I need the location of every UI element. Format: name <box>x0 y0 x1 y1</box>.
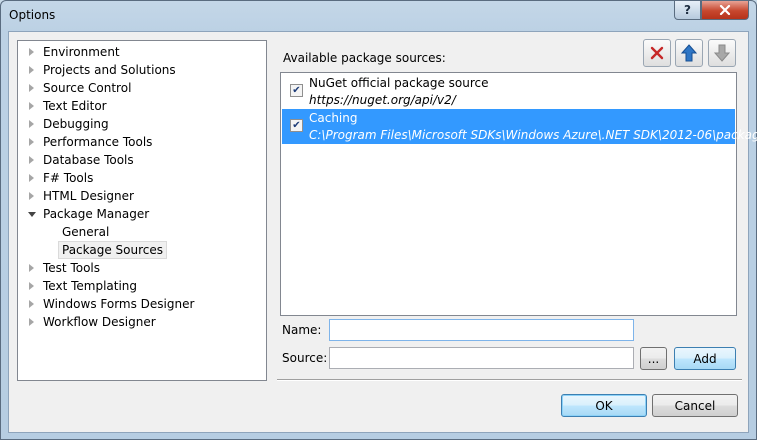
tree-item-label: Projects and Solutions <box>43 63 176 77</box>
expanded-arrow-icon[interactable] <box>28 212 36 217</box>
tree-item-label: Workflow Designer <box>43 315 156 329</box>
tree-item-test-tools[interactable]: Test Tools <box>18 259 266 277</box>
name-label: Name: <box>282 323 322 337</box>
source-input[interactable] <box>329 347 634 369</box>
tree-item-general[interactable]: General <box>18 223 266 241</box>
source-url: https://nuget.org/api/v2/ <box>309 93 456 107</box>
close-button[interactable] <box>701 1 749 20</box>
move-up-button[interactable] <box>675 39 703 67</box>
tree-item-source-control[interactable]: Source Control <box>18 79 266 97</box>
window-title: Options <box>9 8 56 22</box>
available-sources-label: Available package sources: <box>283 51 446 65</box>
collapsed-arrow-icon[interactable] <box>29 84 34 92</box>
move-down-button[interactable] <box>708 39 736 67</box>
tree-item-label: Database Tools <box>43 153 134 167</box>
ok-button[interactable]: OK <box>561 394 647 417</box>
tree-item-database-tools[interactable]: Database Tools <box>18 151 266 169</box>
collapsed-arrow-icon[interactable] <box>29 66 34 74</box>
source-url: C:\Program Files\Microsoft SDKs\Windows … <box>309 128 757 142</box>
source-item-caching[interactable]: ✔ Caching C:\Program Files\Microsoft SDK… <box>282 109 757 144</box>
tree-item-label: F# Tools <box>43 171 94 185</box>
tree-item-debugging[interactable]: Debugging <box>18 115 266 133</box>
tree-item-f-tools[interactable]: F# Tools <box>18 169 266 187</box>
collapsed-arrow-icon[interactable] <box>29 264 34 272</box>
tree-item-label: HTML Designer <box>43 189 134 203</box>
tree-item-environment[interactable]: Environment <box>18 43 266 61</box>
tree-item-html-designer[interactable]: HTML Designer <box>18 187 266 205</box>
divider <box>277 379 742 381</box>
collapsed-arrow-icon[interactable] <box>29 138 34 146</box>
tree-item-label: Environment <box>43 45 120 59</box>
arrow-up-icon <box>681 44 697 62</box>
source-checkbox[interactable]: ✔ <box>290 119 303 132</box>
remove-x-icon <box>650 46 664 60</box>
name-input[interactable] <box>329 319 634 341</box>
collapsed-arrow-icon[interactable] <box>29 318 34 326</box>
title-bar[interactable]: Options ? <box>1 1 756 31</box>
tree-item-label: General <box>62 225 110 239</box>
tree-item-label: Test Tools <box>43 261 101 275</box>
tree-item-label: Package Sources <box>58 241 168 259</box>
cancel-button[interactable]: Cancel <box>652 394 738 417</box>
add-button[interactable]: Add <box>674 347 736 370</box>
tree-item-workflow-designer[interactable]: Workflow Designer <box>18 313 266 331</box>
tree-item-projects-and-solutions[interactable]: Projects and Solutions <box>18 61 266 79</box>
arrow-down-icon <box>714 44 730 62</box>
collapsed-arrow-icon[interactable] <box>29 174 34 182</box>
tree-item-performance-tools[interactable]: Performance Tools <box>18 133 266 151</box>
tree-item-label: Text Editor <box>43 99 107 113</box>
tree-item-label: Source Control <box>43 81 132 95</box>
tree-item-label: Text Templating <box>43 279 138 293</box>
collapsed-arrow-icon[interactable] <box>29 282 34 290</box>
tree-item-label: Debugging <box>43 117 109 131</box>
dialog-client-area: Environment Projects and Solutions Source … <box>8 31 757 433</box>
source-name: Caching <box>309 111 358 125</box>
options-dialog: Options ? Environment Projects and Soluti… <box>0 0 757 440</box>
source-item-nuget[interactable]: ✔ NuGet official package source https://… <box>282 74 735 109</box>
collapsed-arrow-icon[interactable] <box>29 300 34 308</box>
tree-item-windows-forms-designer[interactable]: Windows Forms Designer <box>18 295 266 313</box>
tree-item-text-templating[interactable]: Text Templating <box>18 277 266 295</box>
collapsed-arrow-icon[interactable] <box>29 48 34 56</box>
source-label: Source: <box>282 351 328 365</box>
remove-source-button[interactable] <box>643 39 671 67</box>
source-name: NuGet official package source <box>309 76 489 90</box>
collapsed-arrow-icon[interactable] <box>29 156 34 164</box>
source-checkbox[interactable]: ✔ <box>290 84 303 97</box>
package-source-list[interactable]: ✔ NuGet official package source https://… <box>280 72 757 316</box>
collapsed-arrow-icon[interactable] <box>29 102 34 110</box>
collapsed-arrow-icon[interactable] <box>29 192 34 200</box>
tree-item-package-manager[interactable]: Package Manager <box>18 205 266 223</box>
tree-item-label: Windows Forms Designer <box>43 297 195 311</box>
close-icon <box>719 5 731 15</box>
collapsed-arrow-icon[interactable] <box>29 120 34 128</box>
options-tree[interactable]: Environment Projects and Solutions Source … <box>17 40 267 381</box>
tree-item-package-sources[interactable]: Package Sources <box>18 241 266 259</box>
browse-button[interactable]: ... <box>640 347 667 370</box>
tree-item-label: Package Manager <box>43 207 150 221</box>
tree-item-text-editor[interactable]: Text Editor <box>18 97 266 115</box>
help-button[interactable]: ? <box>674 1 701 20</box>
tree-item-label: Performance Tools <box>43 135 153 149</box>
